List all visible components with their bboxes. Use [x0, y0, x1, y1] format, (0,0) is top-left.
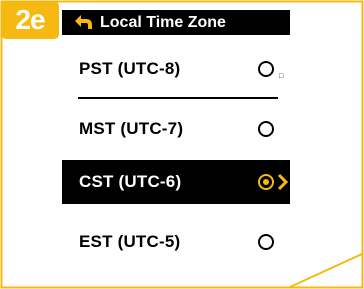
option-cst[interactable]: CST (UTC-6): [62, 160, 290, 204]
option-label: MST (UTC-7): [79, 119, 184, 138]
radio-icon[interactable]: [258, 234, 274, 250]
option-label: CST (UTC-6): [79, 172, 182, 191]
radio-selected-icon[interactable]: [258, 174, 274, 190]
back-arrow-icon[interactable]: [72, 13, 94, 33]
option-pst[interactable]: PST (UTC-8) □: [62, 47, 290, 91]
screen-title: Local Time Zone: [100, 13, 226, 31]
radio-icon[interactable]: [258, 61, 274, 77]
option-label: PST (UTC-8): [79, 59, 181, 78]
option-est[interactable]: EST (UTC-5): [62, 220, 290, 264]
chevron-right-icon[interactable]: [277, 173, 289, 191]
title-bar: Local Time Zone: [62, 10, 290, 35]
radio-icon[interactable]: [258, 121, 274, 137]
option-label: EST (UTC-5): [79, 232, 181, 251]
instruction-frame: 2e Local Time Zone PST (UTC-8) □ MST (UT…: [0, 0, 364, 289]
divider: [78, 97, 278, 99]
device-screen: Local Time Zone PST (UTC-8) □ MST (UTC-7…: [62, 10, 290, 272]
partial-glyph: □: [279, 73, 284, 80]
option-mst[interactable]: MST (UTC-7): [62, 107, 290, 151]
step-badge: 2e: [1, 1, 59, 39]
